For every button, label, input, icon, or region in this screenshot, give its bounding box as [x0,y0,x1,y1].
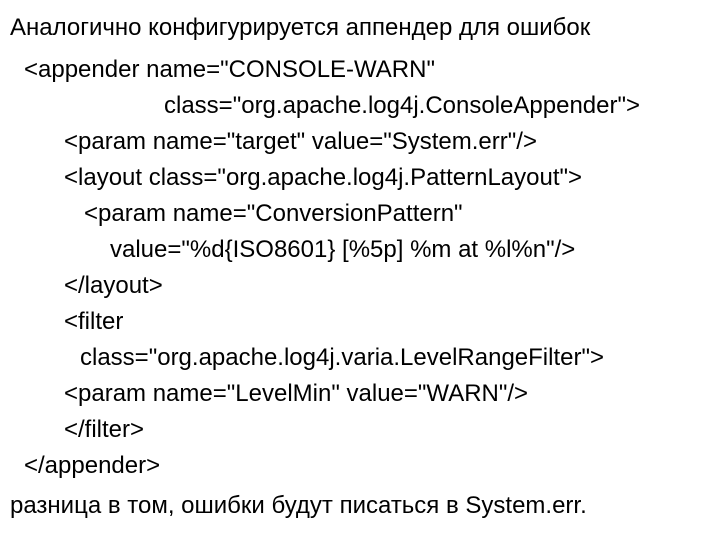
code-line: <param name="target" value="System.err"/… [24,124,710,160]
slide: Аналогично конфигурируется аппендер для … [0,0,720,540]
intro-text: Аналогично конфигурируется аппендер для … [10,12,710,44]
code-line: <param name="LevelMin" value="WARN"/> [24,376,710,412]
code-line: class="org.apache.log4j.ConsoleAppender"… [24,88,710,124]
outro-text: разница в том, ошибки будут писаться в S… [10,490,710,522]
code-line: <appender name="CONSOLE-WARN" [24,52,710,88]
code-block: <appender name="CONSOLE-WARN" class="org… [10,50,710,488]
code-line: <filter [24,304,710,340]
code-line: </filter> [24,412,710,448]
code-line: </layout> [24,268,710,304]
code-line: <layout class="org.apache.log4j.PatternL… [24,160,710,196]
code-line: </appender> [24,448,710,484]
code-line: <param name="ConversionPattern" [24,196,710,232]
code-line: class="org.apache.log4j.varia.LevelRange… [24,340,710,376]
code-line: value="%d{ISO8601} [%5p] %m at %l%n"/> [24,232,710,268]
